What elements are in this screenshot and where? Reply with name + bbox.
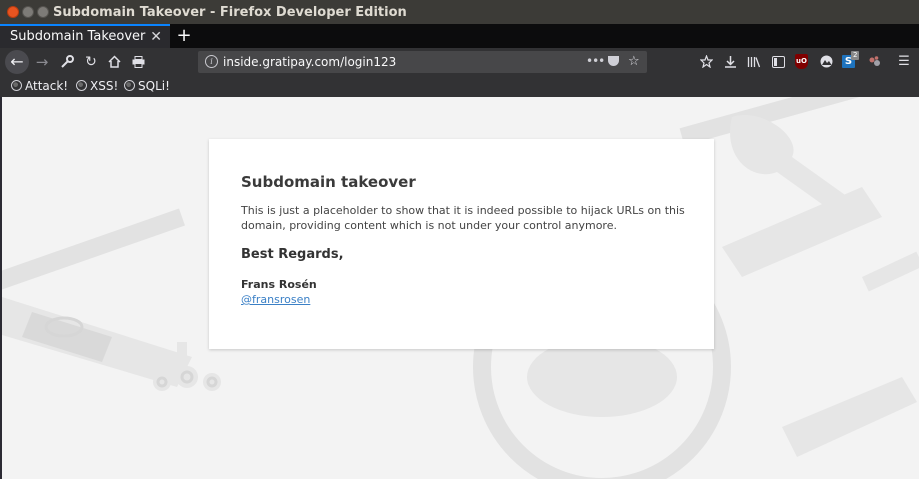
message-card: Subdomain takeover This is just a placeh… [209,139,714,349]
bookmark-sqli[interactable]: SQLi! [124,76,170,97]
page-content: Subdomain takeover This is just a placeh… [0,97,919,479]
home-button[interactable] [104,52,124,72]
back-button[interactable]: ← [5,50,29,74]
window-maximize-button[interactable] [37,6,49,18]
site-info-icon[interactable]: i [205,55,218,68]
library-icon[interactable] [744,52,764,72]
address-bar[interactable]: i inside.gratipay.com/login123 ••• ☆ [198,51,647,73]
extension-mountain-icon[interactable] [816,52,836,72]
tab-active[interactable]: Subdomain Takeover ✕ [0,24,170,48]
pocket-icon[interactable] [608,56,619,66]
print-icon[interactable] [128,52,148,72]
page-body-text: This is just a placeholder to show that … [241,204,685,232]
tab-title: Subdomain Takeover [10,29,146,44]
bookmark-label: XSS! [90,79,119,93]
author-handle-link[interactable]: @fransrosen [241,293,310,306]
tab-strip: Subdomain Takeover ✕ + [0,24,919,48]
extension-pawprint-icon[interactable] [864,52,884,72]
new-tab-button[interactable]: + [176,24,192,48]
globe-icon [124,80,135,91]
window-minimize-button[interactable] [22,6,34,18]
tab-close-icon[interactable]: ✕ [150,27,162,47]
regards-text: Best Regards, [241,247,344,262]
sidebar-icon[interactable] [768,52,788,72]
extension-badge: 2 [851,51,860,60]
page-heading: Subdomain takeover [241,173,416,191]
bookmark-manager-icon[interactable] [696,52,716,72]
window-titlebar: Subdomain Takeover - Firefox Developer E… [0,0,919,24]
reload-button[interactable]: ↻ [81,52,101,72]
window-title: Subdomain Takeover - Firefox Developer E… [53,5,407,20]
wrench-icon[interactable] [57,52,77,72]
bookmark-label: SQLi! [138,79,170,93]
bookmark-attack[interactable]: Attack! [11,76,68,97]
page-actions-icon[interactable]: ••• [586,51,605,71]
bookmark-label: Attack! [25,79,69,93]
author-name: Frans Rosén [241,278,317,291]
globe-icon [76,80,87,91]
window-close-button[interactable] [7,6,19,18]
bookmark-star-icon[interactable]: ☆ [628,51,640,73]
bookmark-xss[interactable]: XSS! [76,76,118,97]
download-icon[interactable] [720,52,740,72]
forward-button[interactable]: → [32,52,52,72]
ublock-origin-icon[interactable]: uO [795,54,808,69]
menu-icon[interactable]: ☰ [894,52,914,72]
globe-icon [11,80,22,91]
url-text[interactable]: inside.gratipay.com/login123 [223,51,396,73]
navigation-toolbar: ← → ↻ i inside.gratipay.com/login123 •••… [0,48,919,76]
bookmarks-toolbar: Attack! XSS! SQLi! [0,76,919,97]
